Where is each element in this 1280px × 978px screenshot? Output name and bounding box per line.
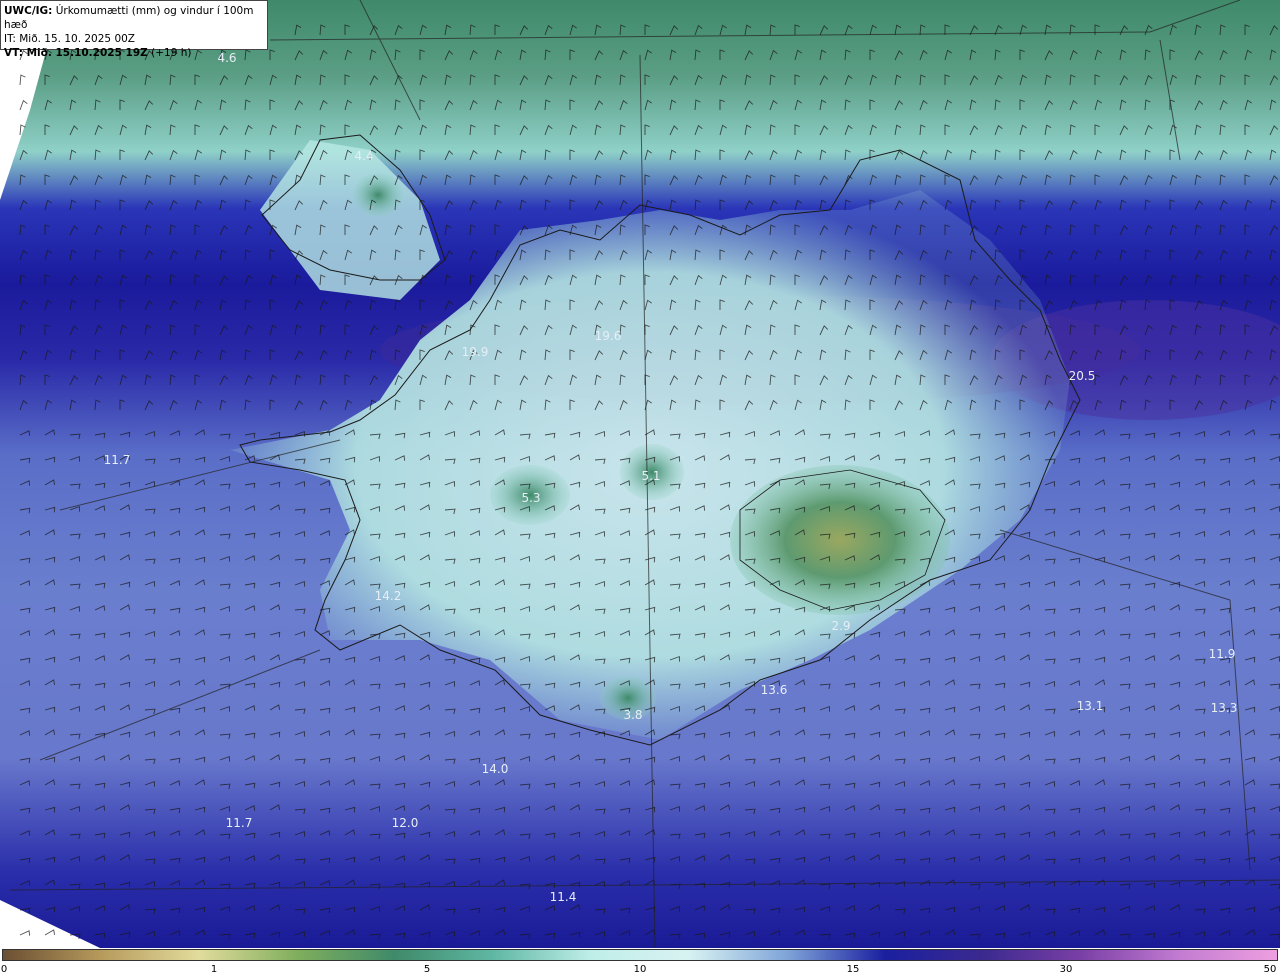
colorbar-tick: 10 xyxy=(633,964,647,975)
colorbar-strip xyxy=(2,949,1278,961)
colorbar-tick: 50 xyxy=(1263,964,1277,975)
colorbar: 0 1 5 10 15 30 50 xyxy=(0,948,1280,978)
wind-barb xyxy=(44,929,56,936)
value-label: 14.0 xyxy=(481,762,509,776)
value-label: 3.8 xyxy=(623,708,643,722)
value-label: 13.3 xyxy=(1210,701,1238,715)
colorbar-tick: 15 xyxy=(846,964,860,975)
northwest-glacier xyxy=(353,173,403,217)
map-info-box: UWC/IG: Úrkomumætti (mm) og vindur í 100… xyxy=(0,0,268,59)
value-label: 11.7 xyxy=(103,453,131,467)
value-label: 4.4 xyxy=(354,149,374,163)
colorbar-tick: 0 xyxy=(0,964,8,975)
colorbar-tick: 5 xyxy=(423,964,431,975)
valid-time: VT: Mið. 15.10.2025 19Z (+19 h) xyxy=(4,46,264,60)
colorbar-tick: 1 xyxy=(210,964,218,975)
value-label: 13.6 xyxy=(760,683,788,697)
map-title: UWC/IG: Úrkomumætti (mm) og vindur í 100… xyxy=(4,4,264,32)
value-label: 5.1 xyxy=(641,469,661,483)
value-label: 19.6 xyxy=(594,329,622,343)
model-name: UWC/IG: xyxy=(4,5,53,17)
value-label: 2.9 xyxy=(831,619,851,633)
value-label: 11.7 xyxy=(225,816,253,830)
init-time: IT: Mið. 15. 10. 2025 00Z xyxy=(4,33,135,45)
value-label: 14.2 xyxy=(374,589,402,603)
value-label: 20.5 xyxy=(1068,369,1096,383)
lead-time: (+19 h) xyxy=(151,47,192,59)
value-label: 12.0 xyxy=(391,816,419,830)
value-label: 11.9 xyxy=(1208,647,1236,661)
value-label: 5.3 xyxy=(521,491,541,505)
value-label: 11.4 xyxy=(549,890,577,904)
valid-time-value: VT: Mið. 15.10.2025 19Z xyxy=(4,47,148,59)
colorbar-tick: 30 xyxy=(1059,964,1073,975)
precipitation-map xyxy=(0,0,1280,948)
wind-barb xyxy=(19,930,31,936)
value-label: 19.9 xyxy=(461,345,489,359)
vatnajokull xyxy=(730,465,950,615)
value-label: 13.1 xyxy=(1076,699,1104,713)
